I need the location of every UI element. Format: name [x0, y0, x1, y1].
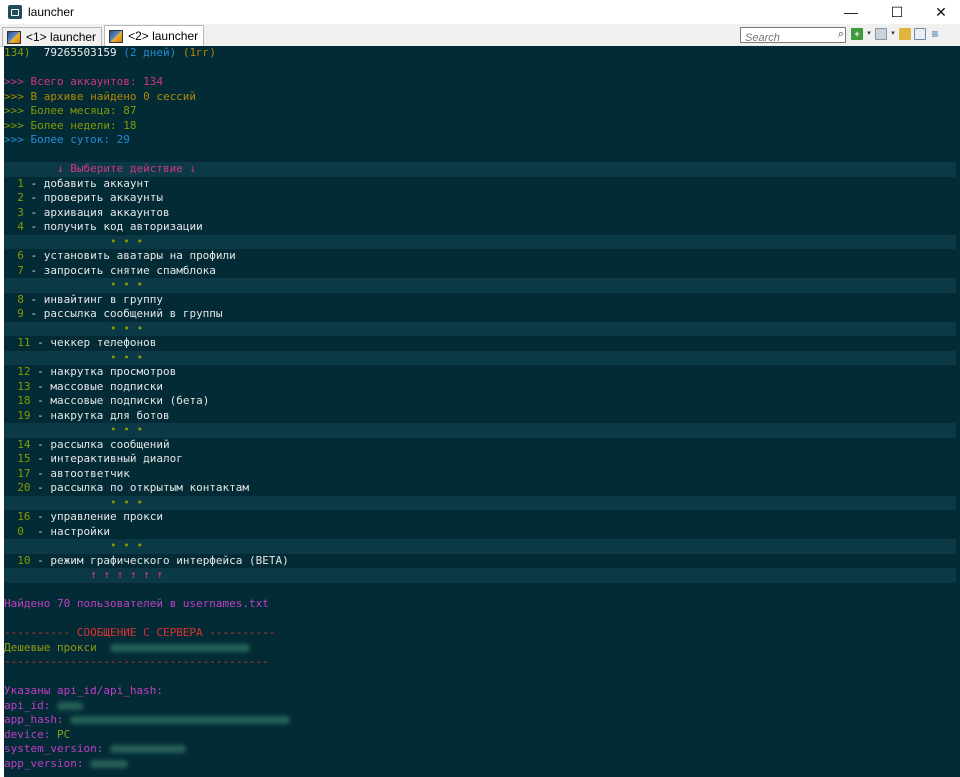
api-id-line: api_id: [4, 699, 960, 714]
close-button[interactable]: ✕ [918, 0, 960, 24]
menu-item: 17 - автоответчик [17, 466, 130, 480]
minimize-button[interactable]: — [828, 0, 874, 24]
menu-item: 13 - массовые подписки [17, 379, 163, 393]
tab-label: <2> launcher [128, 29, 199, 43]
console-output[interactable]: 134) 79265503159 (2 дней) (1гг) >>> Всег… [4, 46, 960, 777]
menu-item: 2 - проверить аккаунты [17, 191, 163, 204]
console-icon [7, 30, 21, 44]
api-header: Указаны api_id/api_hash: [4, 684, 163, 697]
server-message: Дешевые прокси [4, 641, 960, 656]
menu-item: 20 - рассылка по открытым контактам [17, 481, 250, 494]
menu-separator: • • • [4, 278, 956, 293]
menu-item: 19 - накрутка для ботов [17, 408, 170, 422]
menu-item: 10 - режим графического интерфейса (BETA… [17, 553, 289, 567]
device-line: device: PC [4, 727, 71, 741]
menu-item: 4 - получить код авторизации [17, 220, 203, 233]
menu-separator: • • • [4, 321, 956, 336]
maximize-button[interactable]: ☐ [874, 0, 920, 24]
add-console-icon[interactable]: + [851, 28, 863, 40]
menu-separator: • • • [4, 495, 956, 510]
redacted-text [109, 643, 250, 652]
menu-item: 11 - чеккер телефонов [17, 336, 157, 349]
found-users-line: Найдено 70 пользователей в usernames.txt [4, 597, 269, 610]
stat-week: >>> Более недели: 18 [4, 118, 137, 132]
menu-item: 16 - управление прокси [17, 510, 163, 523]
redacted-text [109, 745, 186, 753]
app-version-line: app_version: [4, 757, 960, 772]
stat-day: >>> Более суток: 29 [4, 133, 130, 146]
search-icon[interactable]: ⌕ [838, 28, 844, 41]
menu-item: 6 - установить аватары на профили [17, 249, 236, 262]
toolbar-icons: + ▾ ▾ ≡ [851, 28, 941, 40]
menu-header: ↓ Выберите действие ↓ [4, 162, 956, 177]
title-bar: launcher — ☐ ✕ [0, 0, 960, 24]
stat-archive: >>> В архиве найдено 0 сессий [4, 89, 197, 103]
search-input[interactable] [741, 31, 833, 45]
split-view-icon[interactable] [914, 28, 926, 40]
menu-icon[interactable]: ≡ [929, 28, 941, 40]
menu-separator: • • • [4, 350, 956, 365]
menu-separator: • • • [4, 234, 956, 249]
menu-footer: ↑ ↑ ↑ ↑ ↑ ↑ [4, 568, 956, 583]
tab-launcher-1[interactable]: <1> launcher [2, 27, 103, 46]
menu-item: 12 - накрутка просмотров [17, 365, 177, 378]
menu-item: 0 - настройки [17, 524, 110, 538]
server-message-rule: ---------------------------------------- [4, 655, 269, 668]
tab-bar: <1> launcher <2> launcher ⌕ + ▾ ▾ ≡ [0, 24, 960, 47]
window-title: launcher [28, 5, 75, 19]
menu-separator: • • • [4, 423, 956, 438]
account-line: 134) 79265503159 (2 дней) (1гг) [4, 46, 216, 59]
menu-item: 9 - рассылка сообщений в группы [17, 307, 223, 320]
menu-item: 14 - рассылка сообщений [17, 437, 170, 451]
menu-item: 8 - инвайтинг в группу [17, 292, 163, 306]
stat-month: >>> Более месяца: 87 [4, 104, 137, 117]
redacted-text [56, 701, 83, 710]
tab-label: <1> launcher [26, 30, 97, 44]
search-box: ⌕ [740, 27, 846, 45]
menu-item: 1 - добавить аккаунт [17, 176, 150, 190]
menu-item: 3 - архивация аккаунтов [17, 205, 170, 219]
menu-item: 15 - интерактивный диалог [17, 452, 183, 465]
menu-item: 18 - массовые подписки (бета) [17, 394, 210, 407]
redacted-text [70, 716, 291, 724]
redacted-text [90, 759, 129, 768]
console-icon [109, 29, 124, 43]
lock-icon[interactable] [899, 28, 911, 40]
chevron-down-icon[interactable]: ▾ [890, 28, 896, 40]
app-icon [8, 5, 22, 19]
window-icon[interactable] [875, 28, 887, 40]
system-version-line: system_version: [4, 742, 960, 757]
menu-item: 7 - запросить снятие спамблока [17, 263, 216, 277]
server-message-header: ---------- СООБЩЕНИЕ С СЕРВЕРА ---------… [4, 626, 276, 639]
app-hash-line: app_hash: [4, 713, 960, 728]
chevron-down-icon[interactable]: ▾ [866, 28, 872, 40]
stat-total: >>> Всего аккаунтов: 134 [4, 75, 163, 88]
menu-separator: • • • [4, 539, 956, 554]
tab-launcher-2[interactable]: <2> launcher [104, 25, 205, 46]
